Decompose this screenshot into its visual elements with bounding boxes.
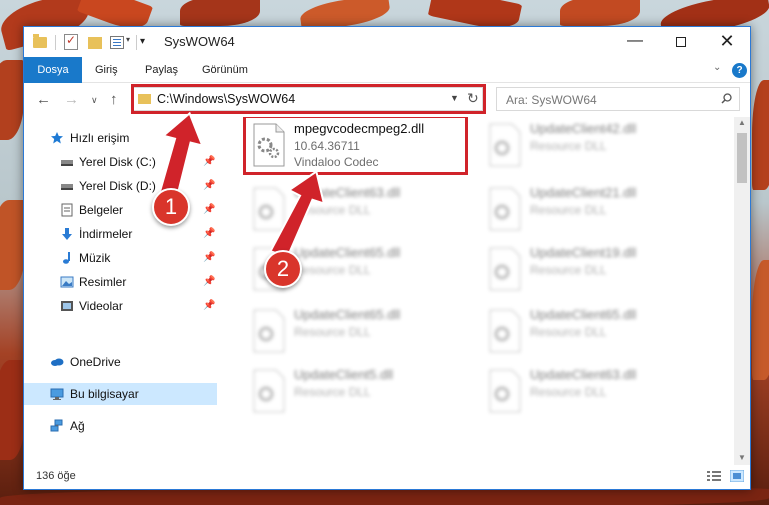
annotation-arrows [157, 111, 326, 259]
arrow-2 [269, 169, 326, 259]
step-badge-1: 1 [152, 188, 190, 226]
step-badge-2: 2 [264, 250, 302, 288]
